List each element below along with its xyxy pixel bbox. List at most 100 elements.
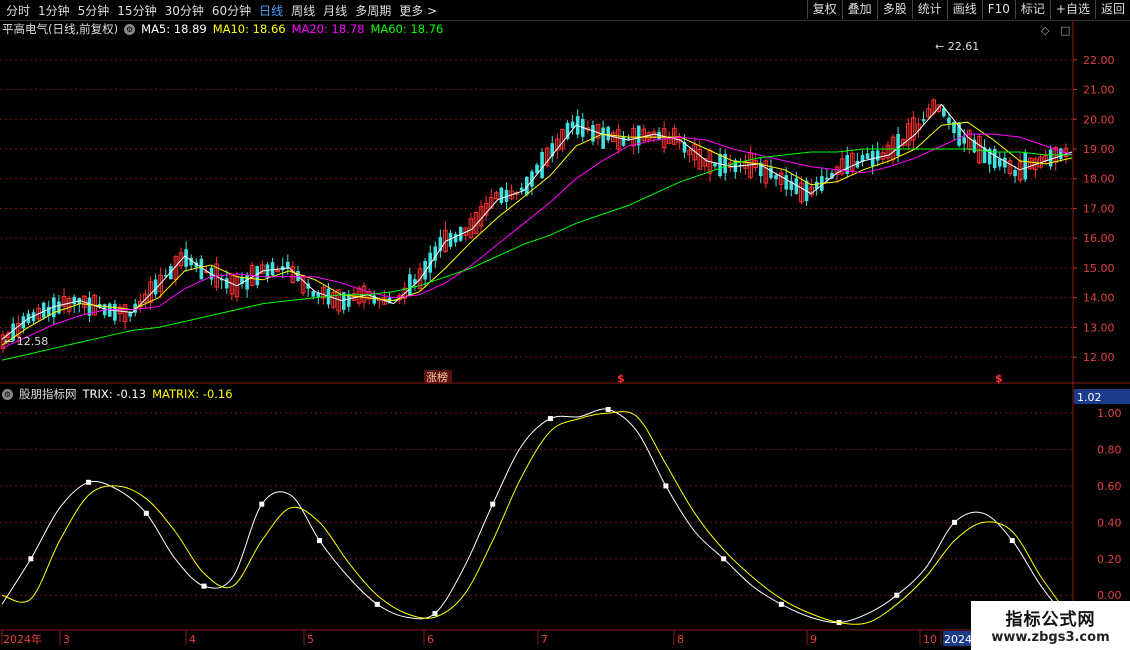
candle-body <box>758 162 763 177</box>
candle-body <box>525 176 529 196</box>
toolbar-buttons: 复权 叠加 多股 统计 画线 F10 标记 +自选 返回 <box>806 0 1130 20</box>
candle-body <box>326 288 331 305</box>
watermark-line2: www.zbgs3.com <box>991 630 1110 645</box>
candle-body <box>911 117 916 141</box>
candle-body <box>392 299 397 301</box>
toolbar-button[interactable]: +自选 <box>1049 0 1095 19</box>
candle-body <box>1038 156 1043 168</box>
ma-label: MA60: 18.76 <box>370 22 444 36</box>
settings-circle-icon[interactable]: ⚙ <box>124 23 136 35</box>
ma-line <box>1 121 1073 346</box>
toolbar-button[interactable]: 叠加 <box>841 0 877 19</box>
candle-body <box>255 266 260 286</box>
candle-body <box>428 252 432 273</box>
candle-body <box>143 293 148 303</box>
candle-body <box>448 232 453 247</box>
candle-body <box>219 278 224 281</box>
tab-period[interactable]: 月线 <box>319 2 351 19</box>
tab-period[interactable]: 日线 <box>255 2 287 19</box>
candle-body <box>580 119 585 137</box>
candle-body <box>982 147 987 164</box>
dollar-marker: $ <box>617 372 625 385</box>
window-box-icon[interactable]: □ <box>1060 24 1070 37</box>
candle-body <box>626 138 631 140</box>
toolbar-button[interactable]: 返回 <box>1094 0 1130 19</box>
toolbar-button[interactable]: 多股 <box>876 0 912 19</box>
candle-body <box>535 164 539 174</box>
candle-body <box>738 164 743 167</box>
toolbar-button[interactable]: F10 <box>981 0 1015 19</box>
candle-body <box>351 293 357 301</box>
candle-body <box>108 303 112 317</box>
candle-body <box>1007 160 1013 175</box>
trix-point <box>894 592 900 598</box>
candle-body <box>478 206 484 227</box>
trix-point <box>1009 538 1015 544</box>
candle-body <box>377 298 382 302</box>
candle-body <box>92 294 97 316</box>
candle-body <box>550 143 555 157</box>
tab-period[interactable]: 1分钟 <box>34 2 74 19</box>
tab-period[interactable]: 周线 <box>287 2 319 19</box>
candle-body <box>341 292 346 310</box>
price-tick-label: 18.00 <box>1083 173 1115 186</box>
candle-body <box>21 316 26 329</box>
candle-body <box>610 132 616 143</box>
indicator-panel-header: ⚙ 股朋指标网 TRIX: -0.13 MATRIX: -0.16 <box>2 385 239 403</box>
candle-body <box>311 291 316 297</box>
candle-body <box>870 150 875 167</box>
candle-body <box>1063 147 1069 158</box>
tab-period[interactable]: 多周期 <box>351 2 395 19</box>
candle-body <box>173 256 179 280</box>
trix-point <box>86 479 92 485</box>
tab-period[interactable]: 15分钟 <box>113 2 160 19</box>
candle-body <box>890 136 896 161</box>
tab-period[interactable]: 更多 > <box>395 2 441 19</box>
candle-body <box>163 275 168 277</box>
candle-body <box>199 258 204 280</box>
candle-body <box>804 180 809 202</box>
price-tick-label: 12.00 <box>1083 351 1115 364</box>
candle-body <box>82 295 87 308</box>
candle-body <box>977 135 982 164</box>
tab-period[interactable]: 30分钟 <box>161 2 208 19</box>
candle-body <box>438 237 443 252</box>
candle-body <box>926 108 931 118</box>
candle-body <box>540 152 544 179</box>
candle-body <box>905 123 911 146</box>
zhangbang-marker-bg <box>424 370 452 384</box>
candle-body <box>778 172 784 185</box>
candle-body <box>306 283 310 289</box>
candle-body <box>845 154 850 174</box>
candle-body <box>666 137 672 144</box>
toolbar: 分时 1分钟 5分钟 15分钟 30分钟 60分钟 日线 周线 月线 多周期 更多 > 复权 叠加 多股… <box>0 0 1130 21</box>
candle-body <box>72 296 76 305</box>
candle-body <box>11 323 15 341</box>
candle-body <box>463 227 469 236</box>
candle-body <box>26 313 31 323</box>
candle-body <box>896 134 900 156</box>
settings-circle-icon[interactable]: ⚙ <box>2 388 13 400</box>
toolbar-button[interactable]: 复权 <box>806 0 842 19</box>
toolbar-button[interactable]: 统计 <box>911 0 947 19</box>
candle-body <box>5 332 11 338</box>
toolbar-button[interactable]: 画线 <box>946 0 982 19</box>
candle-body <box>514 192 519 195</box>
price-tick-label: 15.00 <box>1083 262 1115 275</box>
candle-body <box>972 139 977 153</box>
candle-body <box>290 266 296 284</box>
trix-point <box>432 610 438 616</box>
tab-period[interactable]: 60分钟 <box>208 2 255 19</box>
candle-body <box>300 275 306 294</box>
toolbar-button[interactable]: 标记 <box>1014 0 1050 19</box>
tab-period[interactable]: 5分钟 <box>74 2 114 19</box>
candle-body <box>687 149 692 156</box>
trix-point <box>952 519 958 525</box>
tab-period[interactable]: 分时 <box>2 2 34 19</box>
candle-body <box>880 152 886 160</box>
ma-legend: MA5: 18.89 MA10: 18.66 MA20: 18.78 MA60: 18… <box>141 22 449 36</box>
stock-title: 平高电气(日线,前复权) <box>2 22 119 36</box>
diamond-icon[interactable]: ◇ <box>1041 24 1049 37</box>
price-tick-label: 16.00 <box>1083 232 1115 245</box>
candle-body <box>46 306 51 316</box>
